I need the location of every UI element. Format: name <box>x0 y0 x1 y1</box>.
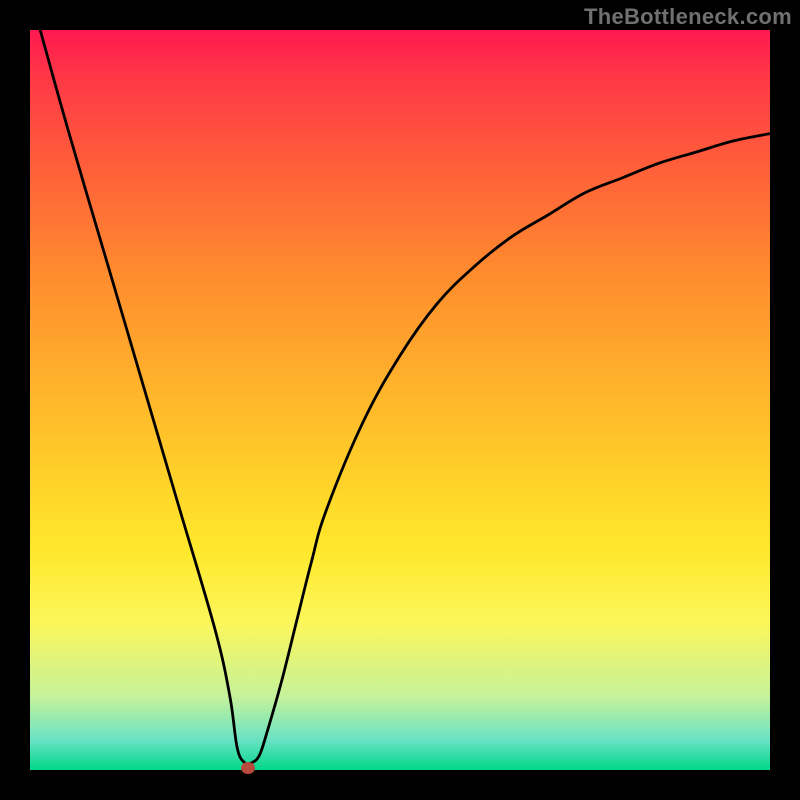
curve-svg <box>30 30 770 770</box>
minimum-marker <box>241 762 255 774</box>
watermark-text: TheBottleneck.com <box>584 4 792 30</box>
curve-path <box>30 30 770 764</box>
plot-area <box>30 30 770 770</box>
chart-frame: TheBottleneck.com <box>0 0 800 800</box>
